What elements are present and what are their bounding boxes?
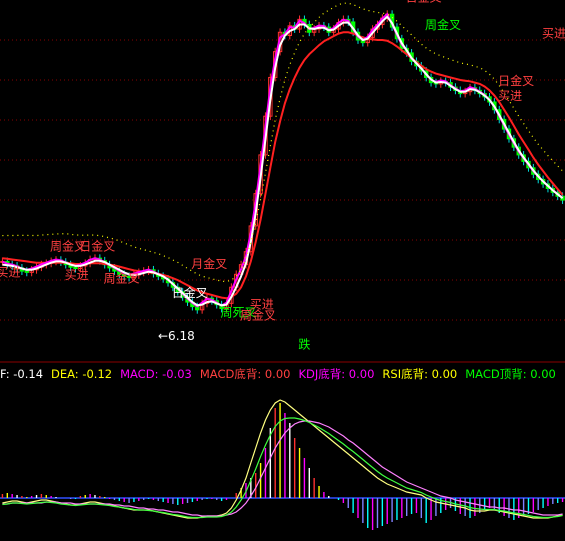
stock-chart: 日金叉买进买进周金叉周金叉月金叉日金叉周死叉买进周金叉日金叉周金叉买进日金叉买进…: [0, 0, 565, 541]
indicator-label-2: MACD: -0.03: [120, 367, 192, 381]
indicator-label-1: DEA: -0.12: [51, 367, 112, 381]
signal-label-14: 买进: [498, 89, 522, 103]
ma-mid-line: [2, 12, 564, 308]
ma-slow-line: [2, 31, 564, 300]
signal-label-13: 日金叉: [498, 73, 534, 88]
signal-label-12: 买进: [542, 26, 565, 40]
chart-canvas[interactable]: 日金叉买进买进周金叉周金叉月金叉日金叉周死叉买进周金叉日金叉周金叉买进日金叉买进…: [0, 0, 565, 541]
signal-label-5: 月金叉: [191, 256, 227, 271]
indicator-label-0: F: -0.14: [0, 367, 43, 381]
indicator-label-4: KDJ底背: 0.00: [298, 367, 374, 381]
indicator-label-6: MACD顶背: 0.00: [465, 367, 556, 381]
signal-label-1: 买进: [0, 265, 20, 279]
dif-line: [2, 399, 563, 519]
signal-label-3: 周金叉: [104, 271, 140, 286]
signal-label-6: 日金叉: [172, 285, 208, 300]
signal-label-15: 跌: [298, 337, 310, 352]
signal-label-2: 买进: [65, 268, 89, 282]
indicator-label-5: RSI底背: 0.00: [382, 367, 457, 381]
candle-body: [24, 270, 29, 273]
dea-line: [2, 420, 563, 517]
signal-label-4: 周金叉: [50, 238, 86, 253]
signal-label-9: 周金叉: [240, 308, 276, 323]
indicator-label-3: MACD底背: 0.00: [200, 367, 291, 381]
signal-label-11: 周金叉: [425, 17, 461, 32]
signal-label-10: 日金叉: [406, 0, 442, 4]
price-low-label: ←6.18: [158, 329, 195, 343]
